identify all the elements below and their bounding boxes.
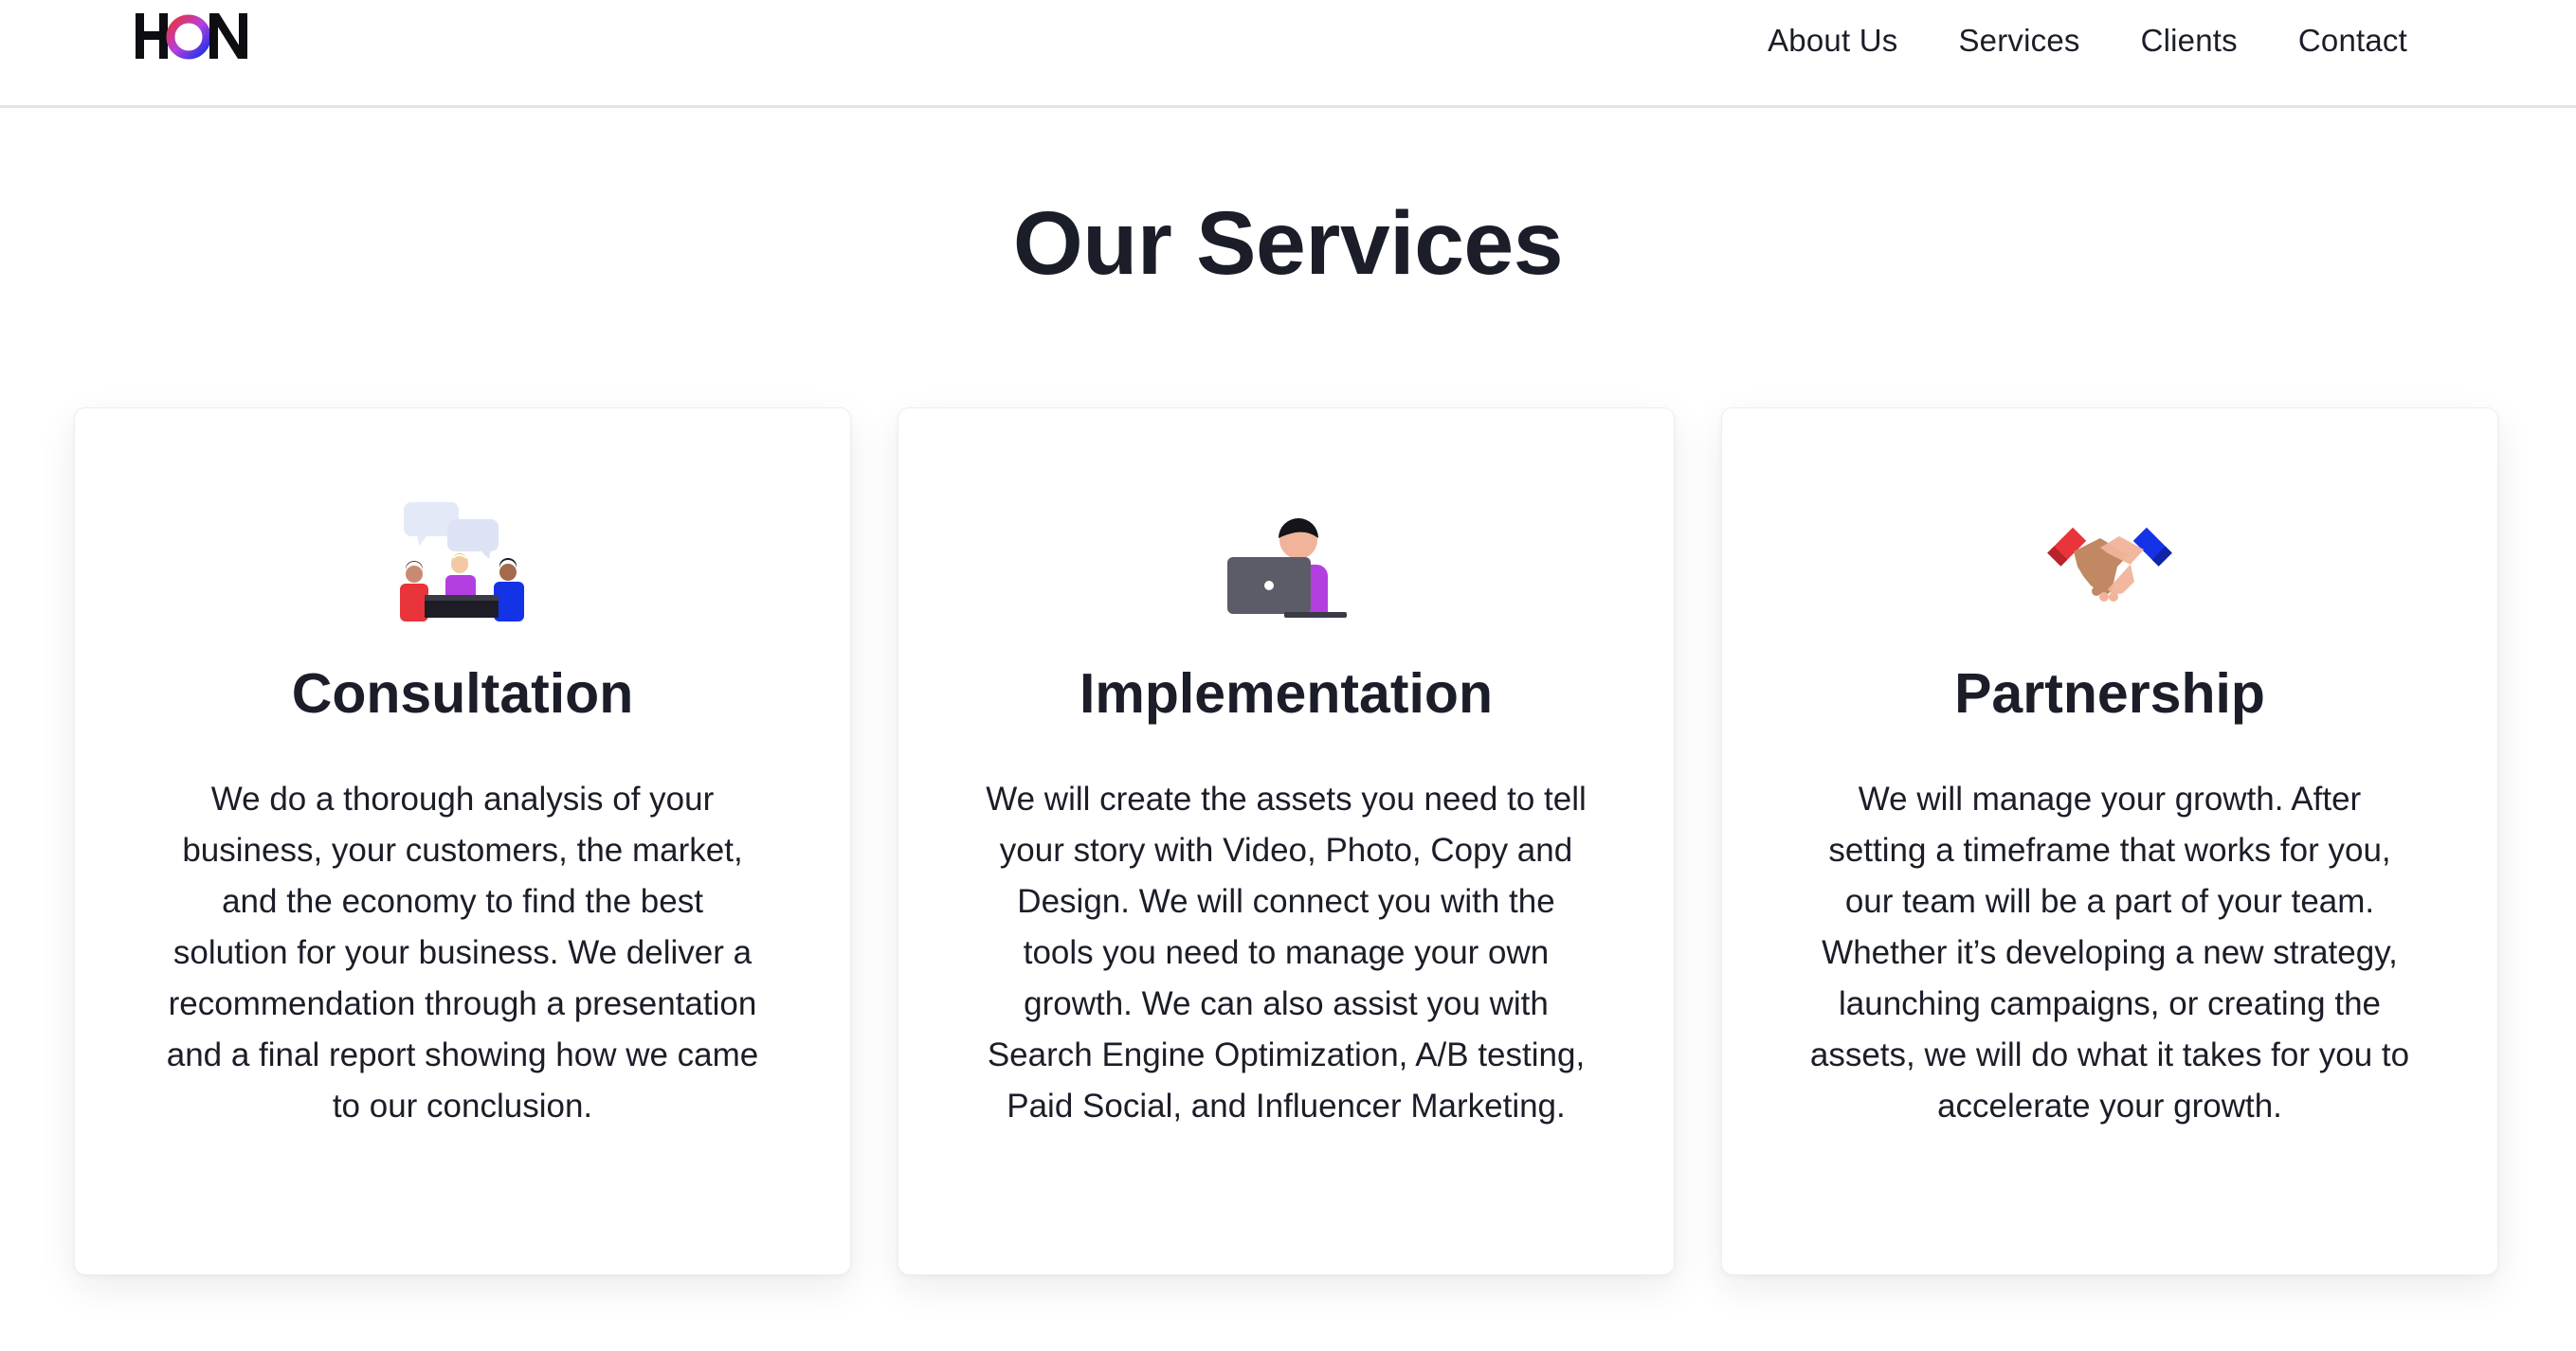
- service-card-partnership: Partnership We will manage your growth. …: [1721, 407, 2498, 1275]
- nav-about-us[interactable]: About Us: [1768, 23, 1897, 59]
- site-header: About Us Services Clients Contact: [0, 0, 2576, 108]
- service-card-implementation: Implementation We will create the assets…: [898, 407, 1675, 1275]
- nav-services[interactable]: Services: [1958, 23, 2079, 59]
- service-card-consultation: Consultation We do a thorough analysis o…: [74, 407, 851, 1275]
- card-description: We will create the assets you need to te…: [986, 781, 1587, 1125]
- nav-contact[interactable]: Contact: [2298, 23, 2407, 59]
- handshake-icon: [2047, 527, 2172, 602]
- logo-link[interactable]: [134, 8, 249, 64]
- card-title: Partnership: [1954, 662, 2265, 725]
- nav-clients[interactable]: Clients: [2141, 23, 2238, 59]
- main-nav: About Us Services Clients Contact: [1768, 17, 2407, 64]
- hon-logo-icon: [136, 13, 247, 60]
- card-description: We do a thorough analysis of your busine…: [166, 781, 759, 1125]
- meeting-icon: [400, 502, 524, 621]
- card-title: Consultation: [291, 662, 634, 725]
- laptop-user-icon: [1227, 518, 1347, 618]
- services-title: Our Services: [1012, 193, 1564, 294]
- card-description: We will manage your growth. After settin…: [1809, 781, 2410, 1125]
- card-title: Implementation: [1079, 662, 1493, 725]
